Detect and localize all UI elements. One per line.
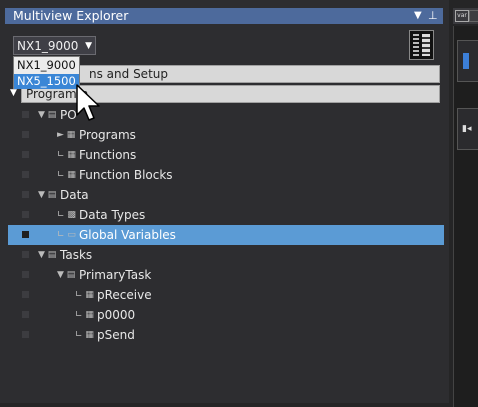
tree-node-icon: ∟ ▦ [57, 150, 76, 160]
tree-node-icon[interactable]: ► ▦ [57, 127, 75, 143]
status-square-icon [22, 311, 29, 318]
tree-item-label: Data [60, 188, 89, 202]
chevron-down-icon[interactable]: ▼ [85, 38, 92, 54]
status-square-icon [22, 251, 29, 258]
tree-node-icon: ∟ ▦ [75, 310, 94, 320]
right-panel-strip: var ▮◂ [449, 0, 478, 407]
status-square-icon [22, 111, 29, 118]
tree-item-label: PrimaryTask [79, 268, 152, 282]
tree-item-data[interactable]: ▼ ▤ Data [8, 185, 444, 205]
tree-node-icon: ∟ ▭ [57, 230, 76, 240]
status-square-icon [22, 291, 29, 298]
tab-icon[interactable] [469, 10, 478, 22]
status-square-icon [22, 171, 29, 178]
section-configurations-setup[interactable]: ns and Setup [21, 65, 440, 83]
tree-node-icon[interactable]: ▼ ▤ [57, 267, 75, 283]
multiview-explorer-panel: Multiview Explorer ▼ ⊥ NX1_9000 ▼ ns and… [0, 0, 449, 407]
tree-item-label: p0000 [97, 308, 136, 322]
status-square-icon [22, 151, 29, 158]
tree-node-icon: ∟ ▦ [75, 290, 94, 300]
tree-node-icon: ∟ ▦ [57, 170, 76, 180]
status-square-icon [22, 211, 29, 218]
editor-area [453, 26, 478, 407]
tree-item-label: Tasks [60, 248, 93, 262]
tree-item-label: Function Blocks [79, 168, 173, 182]
tree-item-label: Functions [79, 148, 137, 162]
status-square-icon [22, 231, 29, 238]
tree-node-icon[interactable]: ▼ ▤ [38, 187, 56, 203]
tree-item-function-blocks[interactable]: ∟ ▦ Function Blocks [8, 165, 444, 185]
tree-item-programs[interactable]: ► ▦ Programs [8, 125, 444, 145]
tree-item-primary-task[interactable]: ▼ ▤ PrimaryTask [8, 265, 444, 285]
panel-bottom-border [0, 403, 449, 407]
tree-item-label: Data Types [79, 208, 146, 222]
tree-node-icon: ∟ ▩ [57, 210, 76, 220]
tree-item-label: pReceive [97, 288, 152, 302]
tree-item-label: pSend [97, 328, 135, 342]
tree-item-poe[interactable]: ▼ ▤ PO [8, 105, 444, 125]
chevron-down-icon[interactable]: ▼ [414, 8, 422, 24]
status-square-icon [22, 271, 29, 278]
tree-node-icon: ∟ ▦ [75, 330, 94, 340]
panel-titlebar: Multiview Explorer ▼ ⊥ [0, 0, 449, 30]
tree-item-data-types[interactable]: ∟ ▩ Data Types [8, 205, 444, 225]
tree-item-tasks[interactable]: ▼ ▤ Tasks [8, 245, 444, 265]
panel-title: Multiview Explorer [13, 8, 129, 23]
tree-item-label: Global Variables [79, 228, 176, 242]
mouse-cursor-icon [76, 84, 100, 121]
tree-node-icon[interactable]: ▼ ▤ [38, 247, 56, 263]
status-square-icon [22, 331, 29, 338]
device-option-nx5-1500[interactable]: NX5_1500 [14, 74, 79, 89]
variables-tab-icon[interactable]: var [455, 10, 469, 22]
status-square-icon [22, 191, 29, 198]
tree-item-label: PO [60, 108, 77, 122]
controller-device-icon [409, 30, 434, 60]
pin-icon[interactable]: ⊥ [428, 8, 438, 24]
toolbox-button-2[interactable]: ▮◂ [457, 108, 478, 150]
tree-item-global-variables[interactable]: ∟ ▭ Global Variables [8, 225, 444, 245]
tree-item-functions[interactable]: ∟ ▦ Functions [8, 145, 444, 165]
tree-node-icon[interactable]: ▼ ▤ [38, 107, 56, 123]
collapse-triangle-icon[interactable]: ▼ [10, 88, 17, 98]
toolbox-button[interactable] [457, 40, 478, 82]
device-dropdown-list: NX1_9000 NX5_1500 [13, 56, 80, 89]
device-select-value: NX1_9000 [17, 39, 79, 53]
tree-item-psend[interactable]: ∟ ▦ pSend [8, 325, 444, 345]
section-label: ns and Setup [89, 67, 168, 81]
tree-item-preceive[interactable]: ∟ ▦ pReceive [8, 285, 444, 305]
device-option-nx1-9000[interactable]: NX1_9000 [14, 58, 79, 73]
tree-item-label: Programs [79, 128, 136, 142]
device-select[interactable]: NX1_9000 ▼ [13, 36, 96, 55]
tree-item-p0000[interactable]: ∟ ▦ p0000 [8, 305, 444, 325]
status-square-icon [22, 131, 29, 138]
